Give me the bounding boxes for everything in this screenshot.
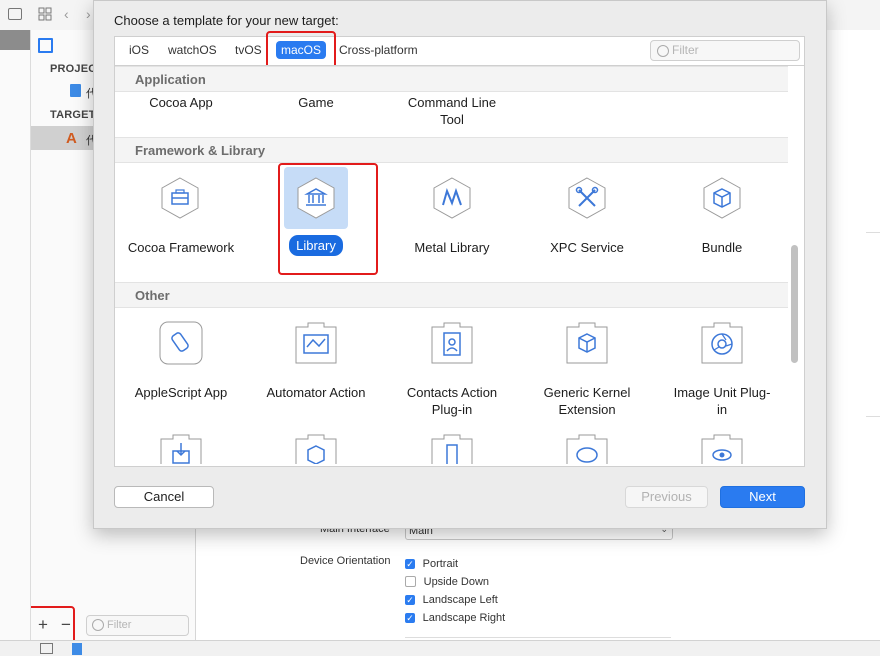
metal-library-icon[interactable]	[430, 176, 474, 220]
orientation-label: Landscape Right	[422, 612, 506, 624]
filter-icon	[657, 45, 669, 57]
comment-icon[interactable]	[8, 8, 22, 20]
template-metal-library[interactable]: Metal Library	[392, 239, 512, 256]
template-automator-action[interactable]: Automator Action	[256, 384, 376, 401]
divider-line	[405, 637, 671, 638]
image-unit-plugin-icon[interactable]	[700, 321, 744, 365]
group-header-framework-library: Framework & Library	[115, 137, 788, 163]
group-title: Other	[135, 288, 170, 303]
cancel-button[interactable]: Cancel	[114, 486, 214, 508]
project-file-icon	[70, 84, 81, 97]
preference-pane-icon[interactable]	[430, 433, 474, 464]
forward-arrow-icon[interactable]: ›	[86, 6, 91, 22]
cocoa-framework-icon[interactable]	[158, 176, 202, 220]
add-target-button[interactable]: +	[38, 615, 48, 635]
grid-icon[interactable]	[38, 7, 52, 21]
bundle-icon[interactable]	[700, 176, 744, 220]
screen-saver-icon[interactable]	[700, 433, 744, 464]
template-image-unit-plugin[interactable]: Image Unit Plug- in	[662, 384, 782, 418]
tab-tvos[interactable]: tvOS	[235, 43, 262, 57]
panel-icon[interactable]	[40, 643, 53, 654]
device-orientation-label: Device Orientation	[300, 555, 391, 567]
app-target-icon: A	[66, 130, 77, 147]
template-bundle[interactable]: Bundle	[662, 239, 782, 256]
template-contacts-action[interactable]: Contacts Action Plug-in	[392, 384, 512, 418]
back-arrow-icon[interactable]: ‹	[64, 6, 69, 22]
sidebar-filter-placeholder: Filter	[107, 619, 132, 631]
bottom-status-bar	[0, 640, 880, 656]
targets-section-header: TARGET	[50, 109, 96, 121]
sheet-title: Choose a template for your new target:	[114, 13, 339, 28]
orientation-label: Portrait	[422, 558, 459, 570]
generic-kernel-extension-icon[interactable]	[565, 321, 609, 365]
orientation-portrait[interactable]: ✓ Portrait	[405, 555, 458, 570]
template-cocoa-app[interactable]: Cocoa App	[121, 94, 241, 111]
group-title: Application	[135, 72, 206, 87]
template-filter-field[interactable]: Filter	[650, 40, 800, 61]
tab-ios[interactable]: iOS	[129, 43, 149, 57]
template-list-clip	[115, 430, 788, 464]
applescript-app-icon[interactable]	[159, 321, 203, 365]
template-generic-kernel-extension[interactable]: Generic Kernel Extension	[527, 384, 647, 418]
group-header-other: Other	[115, 282, 788, 308]
orientation-landscape-left[interactable]: ✓ Landscape Left	[405, 591, 498, 606]
remove-target-button[interactable]: −	[61, 615, 71, 635]
template-applescript-app[interactable]: AppleScript App	[121, 384, 241, 401]
previous-button[interactable]: Previous	[625, 486, 708, 508]
group-header-application: Application	[115, 66, 788, 92]
template-game[interactable]: Game	[256, 94, 376, 111]
checkbox-checked-icon[interactable]: ✓	[405, 558, 415, 569]
installer-plugin-icon[interactable]	[159, 433, 203, 464]
quick-look-plugin-icon[interactable]	[565, 433, 609, 464]
template-command-line-tool[interactable]: Command Line Tool	[392, 94, 512, 128]
template-xpc-service[interactable]: XPC Service	[527, 239, 647, 256]
template-filter-placeholder: Filter	[672, 43, 699, 57]
left-strip	[0, 30, 31, 655]
template-cocoa-framework[interactable]: Cocoa Framework	[121, 239, 241, 256]
sidebar-filter-field[interactable]: Filter	[86, 615, 189, 636]
sidebar-toggle-icon[interactable]	[38, 38, 53, 53]
group-title: Framework & Library	[135, 143, 266, 158]
xpc-service-icon[interactable]	[565, 176, 609, 220]
orientation-upside-down[interactable]: Upside Down	[405, 573, 489, 588]
filter-icon	[92, 619, 104, 631]
project-section-header: PROJEC	[50, 63, 97, 75]
next-button[interactable]: Next	[720, 486, 805, 508]
file-icon[interactable]	[72, 643, 82, 655]
checkbox-checked-icon[interactable]: ✓	[405, 594, 415, 605]
selection-band	[0, 30, 30, 50]
template-list-scrollbar[interactable]	[791, 245, 798, 363]
kernel-extension-icon[interactable]	[294, 433, 338, 464]
orientation-label: Upside Down	[423, 576, 490, 588]
orientation-landscape-right[interactable]: ✓ Landscape Right	[405, 609, 505, 624]
tab-cross-platform[interactable]: Cross-platform	[339, 43, 418, 57]
tab-watchos[interactable]: watchOS	[168, 43, 217, 57]
checkbox-checked-icon[interactable]: ✓	[405, 612, 415, 623]
library-highlight	[278, 163, 378, 275]
contacts-action-icon[interactable]	[430, 321, 474, 365]
divider-line	[866, 416, 880, 417]
divider-line	[866, 232, 880, 233]
checkbox-unchecked-icon[interactable]	[405, 576, 416, 588]
orientation-label: Landscape Left	[422, 594, 498, 606]
automator-action-icon[interactable]	[294, 321, 338, 365]
